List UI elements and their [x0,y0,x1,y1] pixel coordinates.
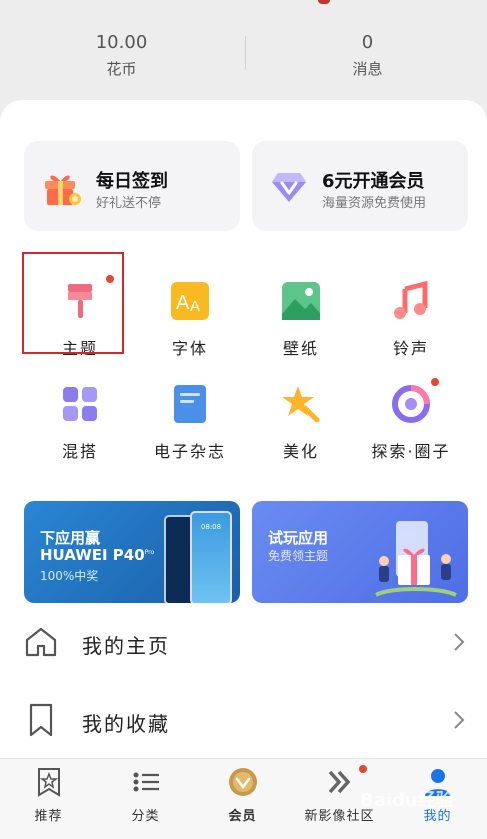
grid-label: 探索·圈子 [371,442,451,461]
font-icon: A A [171,282,209,320]
grid-label: 电子杂志 [153,442,226,461]
tab-mine[interactable]: 我的 [388,759,487,839]
grid-item-wallpaper[interactable]: 壁纸 [246,281,356,359]
vip-subtitle: 海量资源免费使用 [322,196,427,211]
bookmark-icon [29,703,53,737]
messages-label: 消息 [352,60,383,78]
messages-stat[interactable]: 0 消息 [246,32,487,78]
p40-banner-model: HUAWEI P40 [40,546,145,564]
menu-label: 我的收藏 [82,712,170,736]
grid-label: 混搭 [61,442,98,461]
diamond-icon [272,173,306,202]
p40-banner-model-suffix: Pro [144,549,155,556]
coins-value: 10.00 [95,32,148,53]
trial-banner-line1: 试玩应用 [268,529,329,547]
p40-banner-line1: 下应用赢 [40,529,101,547]
p40-banner-line2: HUAWEI P40Pro [40,546,154,564]
magazine-icon [174,385,206,423]
double-chevron-icon [328,770,350,794]
grid-label: 壁纸 [282,339,319,358]
tab-label: 推荐 [34,809,63,824]
category-list-icon [133,772,159,792]
checkin-subtitle: 好礼送不停 [96,196,162,211]
vip-card[interactable]: 6元开通会员 海量资源免费使用 [252,141,468,231]
coins-label: 花币 [106,60,137,78]
phone-screen-time: 08:08 [200,523,222,531]
star-wand-icon [282,386,320,423]
svg-text:A: A [190,298,200,315]
grid-item-magazine[interactable]: 电子杂志 [135,384,245,462]
grid-label: 字体 [171,339,208,358]
highlight-box [22,252,124,354]
coins-stat[interactable]: 10.00 花币 [0,32,243,78]
tab-recommend[interactable]: 推荐 [0,759,97,839]
p40-banner[interactable]: 下应用赢 HUAWEI P40Pro 100%中奖 08:08 [24,501,240,603]
menu-label: 我的主页 [82,634,170,658]
trial-banner-line2: 免费领主题 [268,549,329,563]
tab-label: 我的 [423,809,452,824]
tab-label: 会员 [228,809,257,824]
gift-icon [45,175,81,205]
gift-illustration [375,521,457,597]
daily-checkin-card[interactable]: 每日签到 好礼送不停 [24,141,240,231]
person-icon [424,769,451,796]
stats-header: 10.00 花币 0 消息 [0,0,487,110]
star-page-icon [37,768,60,797]
tab-label: 新影像社区 [304,809,375,824]
grid-item-ringtone[interactable]: 铃声 [356,280,466,359]
phone-image-front: 08:08 [190,511,232,603]
grid-label: 美化 [282,442,319,461]
tab-community[interactable]: 新影像社区 [291,759,388,839]
grid-label: 铃声 [392,339,429,358]
wallpaper-icon [282,282,320,320]
grid-item-mix[interactable]: 混搭 [25,384,135,462]
trial-app-banner[interactable]: 试玩应用 免费领主题 [252,501,468,603]
checkin-title: 每日签到 [96,171,168,192]
grid-item-explore[interactable]: 探索·圈子 [356,378,466,462]
tab-vip[interactable]: 会员 [194,759,291,839]
tab-label: 分类 [131,809,160,824]
menu-row-favorites[interactable]: 我的收藏 [0,688,487,754]
community-new-dot [359,765,367,773]
vip-title: 6元开通会员 [322,171,425,192]
vip-badge-icon [228,768,257,796]
grid-item-beautify[interactable]: 美化 [246,384,356,462]
mix-grid-icon [63,387,97,421]
top-edge-mark [318,0,330,4]
messages-value: 0 [361,32,374,53]
menu-row-home[interactable]: 我的主页 [0,610,487,676]
grid-item-font[interactable]: A A 字体 [135,281,245,359]
chevron-right-icon [454,711,465,729]
bottom-tab-bar: 推荐 分类 会员 新影像社区 我的 [0,758,487,839]
tab-category[interactable]: 分类 [97,759,194,839]
explore-new-dot [431,378,439,386]
music-note-icon [394,280,428,319]
home-icon [25,627,57,657]
svg-text:A: A [176,292,190,314]
p40-banner-line3: 100%中奖 [40,569,99,583]
chevron-right-icon [454,633,465,651]
circle-explore-icon [392,385,430,423]
